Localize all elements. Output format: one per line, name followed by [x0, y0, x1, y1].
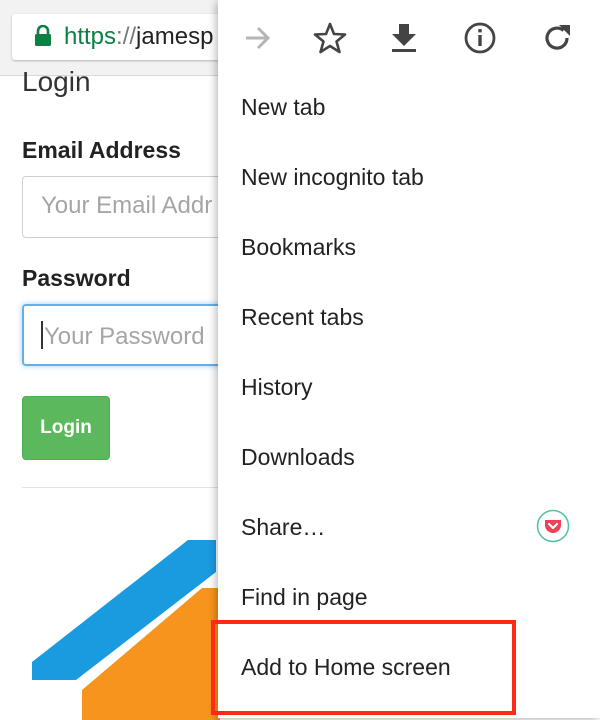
overflow-menu: New tab New incognito tab Bookmarks Rece…: [218, 0, 600, 718]
password-label: Password: [22, 265, 131, 291]
menu-item-label: Share…: [241, 514, 326, 540]
menu-item-label: New incognito tab: [241, 164, 424, 190]
menu-item-bookmarks[interactable]: Bookmarks: [218, 212, 600, 282]
menu-icon-row: [218, 0, 600, 76]
download-icon[interactable]: [386, 20, 422, 56]
menu-item-label: History: [241, 374, 313, 400]
email-placeholder: Your Email Addr: [41, 192, 213, 219]
menu-item-label: Recent tabs: [241, 304, 364, 330]
login-button[interactable]: Login: [22, 396, 110, 460]
menu-item-downloads[interactable]: Downloads: [218, 422, 600, 492]
url-text: https://jamesp: [64, 23, 213, 51]
menu-item-new-tab[interactable]: New tab: [218, 72, 600, 142]
email-label: Email Address: [22, 137, 181, 163]
page-title: Login: [22, 66, 91, 97]
menu-item-history[interactable]: History: [218, 352, 600, 422]
menu-item-find-in-page[interactable]: Find in page: [218, 562, 600, 632]
info-icon[interactable]: [462, 20, 498, 56]
menu-item-share[interactable]: Share…: [218, 492, 600, 562]
password-placeholder: Your Password: [44, 323, 205, 350]
menu-item-label: Downloads: [241, 444, 355, 470]
bookmark-star-icon[interactable]: [312, 20, 348, 56]
menu-item-label: New tab: [241, 94, 326, 120]
menu-item-recent-tabs[interactable]: Recent tabs: [218, 282, 600, 352]
reload-icon[interactable]: [539, 20, 575, 56]
menu-item-add-to-home-screen[interactable]: Add to Home screen: [218, 632, 600, 702]
menu-item-label: Bookmarks: [241, 234, 357, 260]
url-scheme: https: [64, 23, 117, 50]
forward-icon[interactable]: [240, 20, 276, 56]
url-separator: ://: [116, 23, 137, 50]
lock-icon: [35, 25, 51, 46]
pocket-icon[interactable]: [536, 509, 570, 543]
menu-item-label: Find in page: [241, 584, 368, 610]
text-caret: [41, 321, 43, 349]
url-host: jamesp: [136, 23, 214, 50]
menu-item-label: Add to Home screen: [241, 654, 451, 680]
menu-item-new-incognito-tab[interactable]: New incognito tab: [218, 142, 600, 212]
site-logo-icon: [32, 540, 220, 720]
